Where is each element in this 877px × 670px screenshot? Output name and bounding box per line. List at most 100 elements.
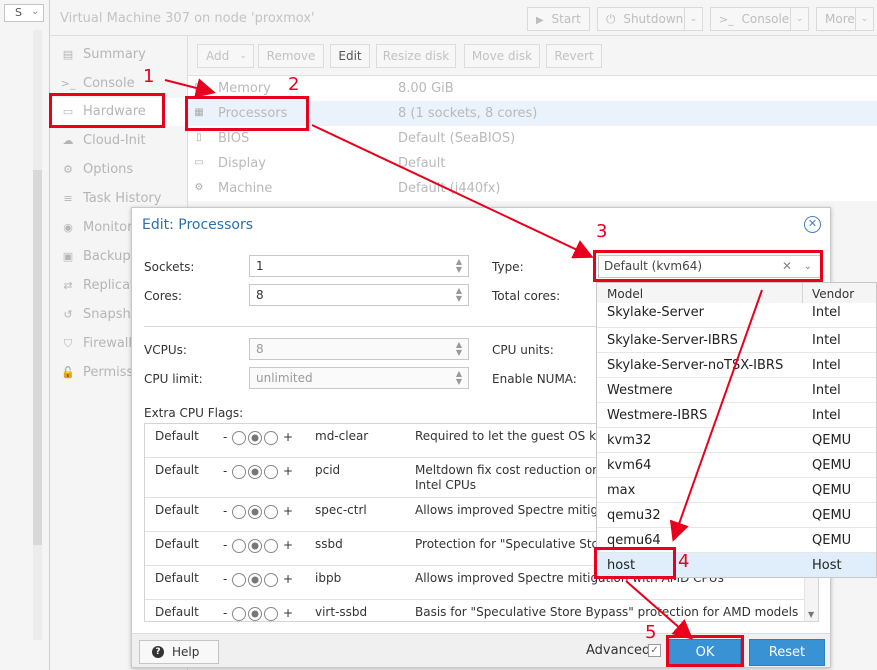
cpu-type-picker: Model Vendor Skylake-Server Intel Skylake… <box>596 282 877 578</box>
sockets-value: 1 <box>256 259 264 273</box>
flag-name: md-clear <box>315 429 369 443</box>
edit-button[interactable]: Edit <box>330 44 370 68</box>
plus-label: + <box>283 464 294 478</box>
shutdown-button[interactable]: ⏻ Shutdown ⌄ <box>597 7 703 31</box>
nav-item-summary[interactable]: ▤ Summary <box>50 41 188 69</box>
flag-on-radio[interactable] <box>264 464 279 479</box>
cpu-limit-label: CPU limit: <box>144 372 203 386</box>
console-button[interactable]: >_ Console ⌄ <box>710 7 809 31</box>
cpu-model: kvm32 <box>607 433 652 448</box>
list-item[interactable]: qemu32 QEMU <box>597 503 876 528</box>
revert-button[interactable]: Revert <box>546 44 602 68</box>
flag-default-radio[interactable] <box>248 464 263 479</box>
flag-default-radio[interactable] <box>248 572 263 587</box>
model-column-header[interactable]: Model <box>607 287 643 301</box>
flag-on-radio[interactable] <box>264 606 279 621</box>
list-item[interactable]: Skylake-Server Intel <box>597 303 876 328</box>
chevron-down-icon[interactable]: ▼ <box>808 610 814 619</box>
terminal-icon: >_ <box>60 77 76 90</box>
flag-on-radio[interactable] <box>264 504 279 519</box>
spinner-icon[interactable]: ▲ ▼ <box>454 287 464 303</box>
sockets-field[interactable]: 1 ▲ ▼ <box>249 255 469 277</box>
spinner-icon[interactable]: ▲ ▼ <box>454 370 464 386</box>
cores-field[interactable]: 8 ▲ ▼ <box>249 284 469 306</box>
remove-button[interactable]: Remove <box>258 44 324 68</box>
flag-name: ibpb <box>315 571 342 585</box>
spinner-icon[interactable]: ▲ ▼ <box>454 341 464 357</box>
minus-label: - <box>223 504 228 518</box>
list-item[interactable]: Skylake-Server-IBRS Intel <box>597 328 876 353</box>
minus-label: - <box>223 606 228 620</box>
table-row: Default - + virt-ssbd Basis for "Specula… <box>145 600 805 621</box>
annotation-box-host <box>594 547 676 579</box>
total-cores-label: Total cores: <box>492 289 561 303</box>
advanced-label: Advanced <box>586 643 651 658</box>
cpu-vendor: Intel <box>812 305 841 320</box>
hardware-row-display[interactable]: ▭ Display Default <box>188 151 877 176</box>
annotation-number-2: 2 <box>288 74 300 95</box>
cpu-model: Skylake-Server-IBRS <box>607 333 738 348</box>
more-button[interactable]: More ⌄ <box>816 7 874 31</box>
flag-off-radio[interactable] <box>232 504 247 519</box>
cpu-limit-field[interactable]: unlimited ▲ ▼ <box>249 367 469 389</box>
flag-default-radio[interactable] <box>248 504 263 519</box>
cpu-vendor: Intel <box>812 358 841 373</box>
move-disk-button[interactable]: Move disk <box>464 44 540 68</box>
sockets-label: Sockets: <box>144 260 195 274</box>
help-button[interactable]: ? Help <box>139 640 219 664</box>
reset-button[interactable]: Reset <box>749 639 825 666</box>
cpu-model: qemu64 <box>607 533 661 548</box>
resource-tree-panel: S ⌄ <box>0 0 50 670</box>
tree-scrollbar-thumb[interactable] <box>33 170 42 545</box>
chevron-down-icon[interactable]: ⌄ <box>790 8 808 30</box>
flag-off-radio[interactable] <box>232 464 247 479</box>
flag-state: Default <box>155 605 199 619</box>
resize-disk-button[interactable]: Resize disk <box>376 44 456 68</box>
cpu-model: qemu32 <box>607 508 661 523</box>
flag-state: Default <box>155 463 199 477</box>
flag-off-radio[interactable] <box>232 430 247 445</box>
power-icon: ⏻ <box>606 12 616 26</box>
plus-label: + <box>283 504 294 518</box>
hardware-row-machine[interactable]: ⚙ Machine Default (i440fx) <box>188 176 877 201</box>
floppy-icon: ▣ <box>62 250 74 263</box>
chevron-down-icon[interactable]: ⌄ <box>855 8 873 30</box>
annotation-number-4: 4 <box>678 551 690 572</box>
list-item[interactable]: Skylake-Server-noTSX-IBRS Intel <box>597 353 876 378</box>
hardware-name: Machine <box>218 181 273 196</box>
view-select[interactable]: S ⌄ <box>4 4 44 22</box>
nav-item-cloud-init[interactable]: ☁ Cloud-Init <box>50 127 188 155</box>
annotation-number-1: 1 <box>143 66 155 87</box>
list-item[interactable]: max QEMU <box>597 478 876 503</box>
nav-item-options[interactable]: ⚙ Options <box>50 156 188 184</box>
flag-on-radio[interactable] <box>264 538 279 553</box>
spinner-icon[interactable]: ▲ ▼ <box>454 258 464 274</box>
list-item[interactable]: Westmere-IBRS Intel <box>597 403 876 428</box>
nav-item-label: Monitor <box>83 220 133 235</box>
dialog-title: Edit: Processors <box>142 217 254 233</box>
flag-default-radio[interactable] <box>248 538 263 553</box>
advanced-checkbox[interactable]: ✓ <box>648 644 661 657</box>
flag-on-radio[interactable] <box>264 430 279 445</box>
plus-label: + <box>283 430 294 444</box>
list-item[interactable]: kvm64 QEMU <box>597 453 876 478</box>
start-button[interactable]: ▶ Start <box>527 7 590 31</box>
cogs-icon: ⚙ <box>194 182 204 193</box>
close-icon[interactable]: ✕ <box>804 216 821 233</box>
flag-off-radio[interactable] <box>232 572 247 587</box>
start-button-label: Start <box>551 12 581 26</box>
flag-on-radio[interactable] <box>264 572 279 587</box>
list-item[interactable]: Westmere Intel <box>597 378 876 403</box>
vcpus-field[interactable]: 8 ▲ ▼ <box>249 338 469 360</box>
flag-off-radio[interactable] <box>232 606 247 621</box>
flag-off-radio[interactable] <box>232 538 247 553</box>
summary-icon: ▤ <box>62 48 74 61</box>
vendor-column-header[interactable]: Vendor <box>812 287 854 301</box>
add-button[interactable]: Add ⌄ <box>197 44 254 68</box>
cpu-model: Skylake-Server <box>607 305 704 320</box>
flag-default-radio[interactable] <box>248 430 263 445</box>
flag-default-radio[interactable] <box>248 606 263 621</box>
chevron-down-icon[interactable]: ⌄ <box>684 8 702 30</box>
enable-numa-label: Enable NUMA: <box>492 372 577 386</box>
list-item[interactable]: kvm32 QEMU <box>597 428 876 453</box>
